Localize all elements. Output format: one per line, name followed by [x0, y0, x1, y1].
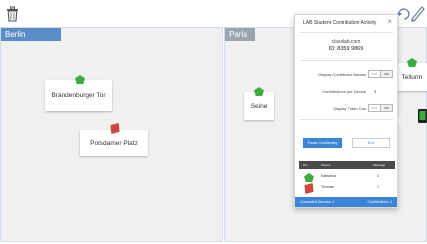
- column-header-paris[interactable]: Paris: [225, 28, 255, 41]
- toggle-on[interactable]: ON: [380, 71, 392, 77]
- end-button[interactable]: End: [352, 138, 390, 148]
- tablet-icon: [418, 109, 427, 123]
- toolbar-actions: [397, 6, 425, 22]
- divider: [299, 60, 393, 61]
- contributions-per-device-value[interactable]: 3: [374, 89, 376, 94]
- divider: [299, 32, 393, 33]
- option-label-contributions-per-device: Contributions per Device: [322, 89, 366, 94]
- red-pin-icon: [303, 183, 315, 194]
- note-card[interactable]: Brandenburger Tor: [45, 75, 112, 111]
- close-icon[interactable]: ×: [387, 17, 392, 26]
- column-header-source: Source: [321, 163, 331, 167]
- divider: [299, 119, 393, 120]
- note-card-text: Seine: [250, 102, 268, 110]
- device-icon[interactable]: [417, 108, 427, 132]
- note-card-text: Potsdamer Platz: [90, 139, 138, 147]
- contribution-activity-popup: LAB Student Contribution Activity × clas…: [294, 14, 398, 208]
- toggle-off[interactable]: OFF: [369, 105, 380, 111]
- table-row[interactable]: Thomas 1: [299, 182, 395, 193]
- contributions-count: Contributions: 4: [367, 200, 392, 204]
- row-source: Katharina: [321, 174, 336, 178]
- note-card-text: Tellurm: [401, 73, 423, 81]
- note-card[interactable]: Potsdamer Platz: [80, 130, 148, 156]
- note-card-text: Brandenburger Tor: [51, 92, 106, 99]
- session-id: ID: 8359 9869: [328, 46, 364, 52]
- trash-can-toggle[interactable]: OFF ON: [368, 104, 393, 112]
- toggle-off[interactable]: OFF: [369, 71, 380, 77]
- session-host: classlab.com: [331, 39, 361, 45]
- pause-contributing-button[interactable]: Pause Contributing: [303, 138, 342, 148]
- note-card[interactable]: Seine: [244, 87, 274, 120]
- table-row[interactable]: Katharina 3: [299, 171, 395, 182]
- column-header-berlin[interactable]: Berlin: [1, 28, 61, 41]
- contributor-names-toggle[interactable]: OFF ON: [368, 70, 393, 78]
- pen-icon[interactable]: [411, 6, 425, 22]
- row-count: 1: [377, 185, 379, 189]
- row-source: Thomas: [321, 185, 334, 189]
- connected-devices-count: Connected Devices: 2: [300, 200, 335, 204]
- column-header-pin: Pin: [303, 163, 308, 167]
- note-card[interactable]: Tellurm: [397, 58, 427, 91]
- green-pin-icon: [304, 173, 314, 182]
- option-label-contributor-names: Display Contributor Names: [318, 72, 366, 77]
- toggle-on[interactable]: ON: [380, 105, 392, 111]
- popup-title: LAB Student Contribution Activity: [303, 20, 377, 26]
- trash-icon[interactable]: [6, 6, 19, 22]
- row-count: 3: [377, 174, 379, 178]
- option-label-trash-can: Display Trash Can: [333, 106, 366, 111]
- column-header-message: Message: [373, 163, 386, 167]
- contributors-table-header: Pin Source Message: [299, 161, 395, 169]
- popup-footer: Connected Devices: 2 Contributions: 4: [295, 197, 397, 207]
- refresh-icon[interactable]: [397, 8, 410, 20]
